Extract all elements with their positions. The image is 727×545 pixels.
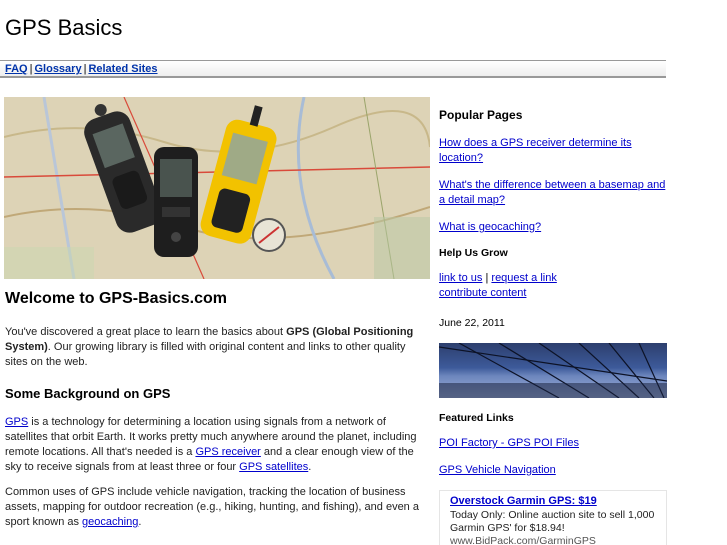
help-us-grow-heading: Help Us Grow [439,247,508,259]
intro-paragraph: You've discovered a great place to learn… [5,325,425,370]
site-title: GPS Basics [5,15,123,40]
date-text: June 22, 2011 [439,317,505,329]
paragraph-text: . [138,516,142,528]
nav-related-sites-link[interactable]: Related Sites [88,63,157,75]
featured-link-poi[interactable]: POI Factory - GPS POI Files [439,436,667,451]
link-to-us-link[interactable]: link to us [439,272,482,284]
contribute-content-link[interactable]: contribute content [439,287,526,299]
nav-bar: FAQ | Glossary | Related Sites [0,60,666,78]
intro-text: . Our growing library is filled with ori… [5,341,406,368]
main-content: Welcome to GPS-Basics.com You've discove… [5,290,425,540]
sponsored-ad: Overstock Garmin GPS: $19 Today Only: On… [439,490,667,545]
bridge-cables-image [439,343,667,398]
map-with-gps-devices-illustration [4,97,430,279]
background-paragraph: GPS is a technology for determining a lo… [5,415,425,475]
gps-satellites-link[interactable]: GPS satellites [239,461,308,473]
gps-link[interactable]: GPS [5,416,28,428]
page-heading: Welcome to GPS-Basics.com [5,290,227,307]
featured-link-vehicle[interactable]: GPS Vehicle Navigation [439,463,667,478]
hero-gps-devices-image [4,97,430,279]
paragraph-text: . [308,461,312,473]
popular-link-basemap[interactable]: What's the difference between a basemap … [439,178,667,208]
bridge-photo [439,343,667,398]
nav-separator: | [29,63,33,75]
gps-receiver-link[interactable]: GPS receiver [195,446,260,458]
popular-link-geocaching[interactable]: What is geocaching? [439,220,667,235]
nav-faq-link[interactable]: FAQ [5,63,28,75]
ad-description: Today Only: Online auction site to sell … [450,509,655,534]
section-heading: Some Background on GPS [5,386,171,401]
sidebar: Popular Pages How does a GPS receiver de… [439,108,667,545]
geocaching-link[interactable]: geocaching [82,516,138,528]
popular-link-receiver[interactable]: How does a GPS receiver determine its lo… [439,136,667,166]
popular-pages-heading: Popular Pages [439,108,523,122]
intro-text: You've discovered a great place to learn… [5,326,287,338]
help-links: link to us | request a link contribute c… [439,271,667,301]
ad-url[interactable]: www.BidPack.com/GarminGPS [450,535,656,545]
featured-links-heading: Featured Links [439,412,514,424]
request-link-link[interactable]: request a link [491,272,556,284]
ad-title-link[interactable]: Overstock Garmin GPS: $19 [450,495,656,507]
nav-separator: | [83,63,87,75]
uses-paragraph: Common uses of GPS include vehicle navig… [5,485,425,530]
paragraph-text: Common uses of GPS include vehicle navig… [5,486,419,528]
nav-glossary-link[interactable]: Glossary [34,63,81,75]
